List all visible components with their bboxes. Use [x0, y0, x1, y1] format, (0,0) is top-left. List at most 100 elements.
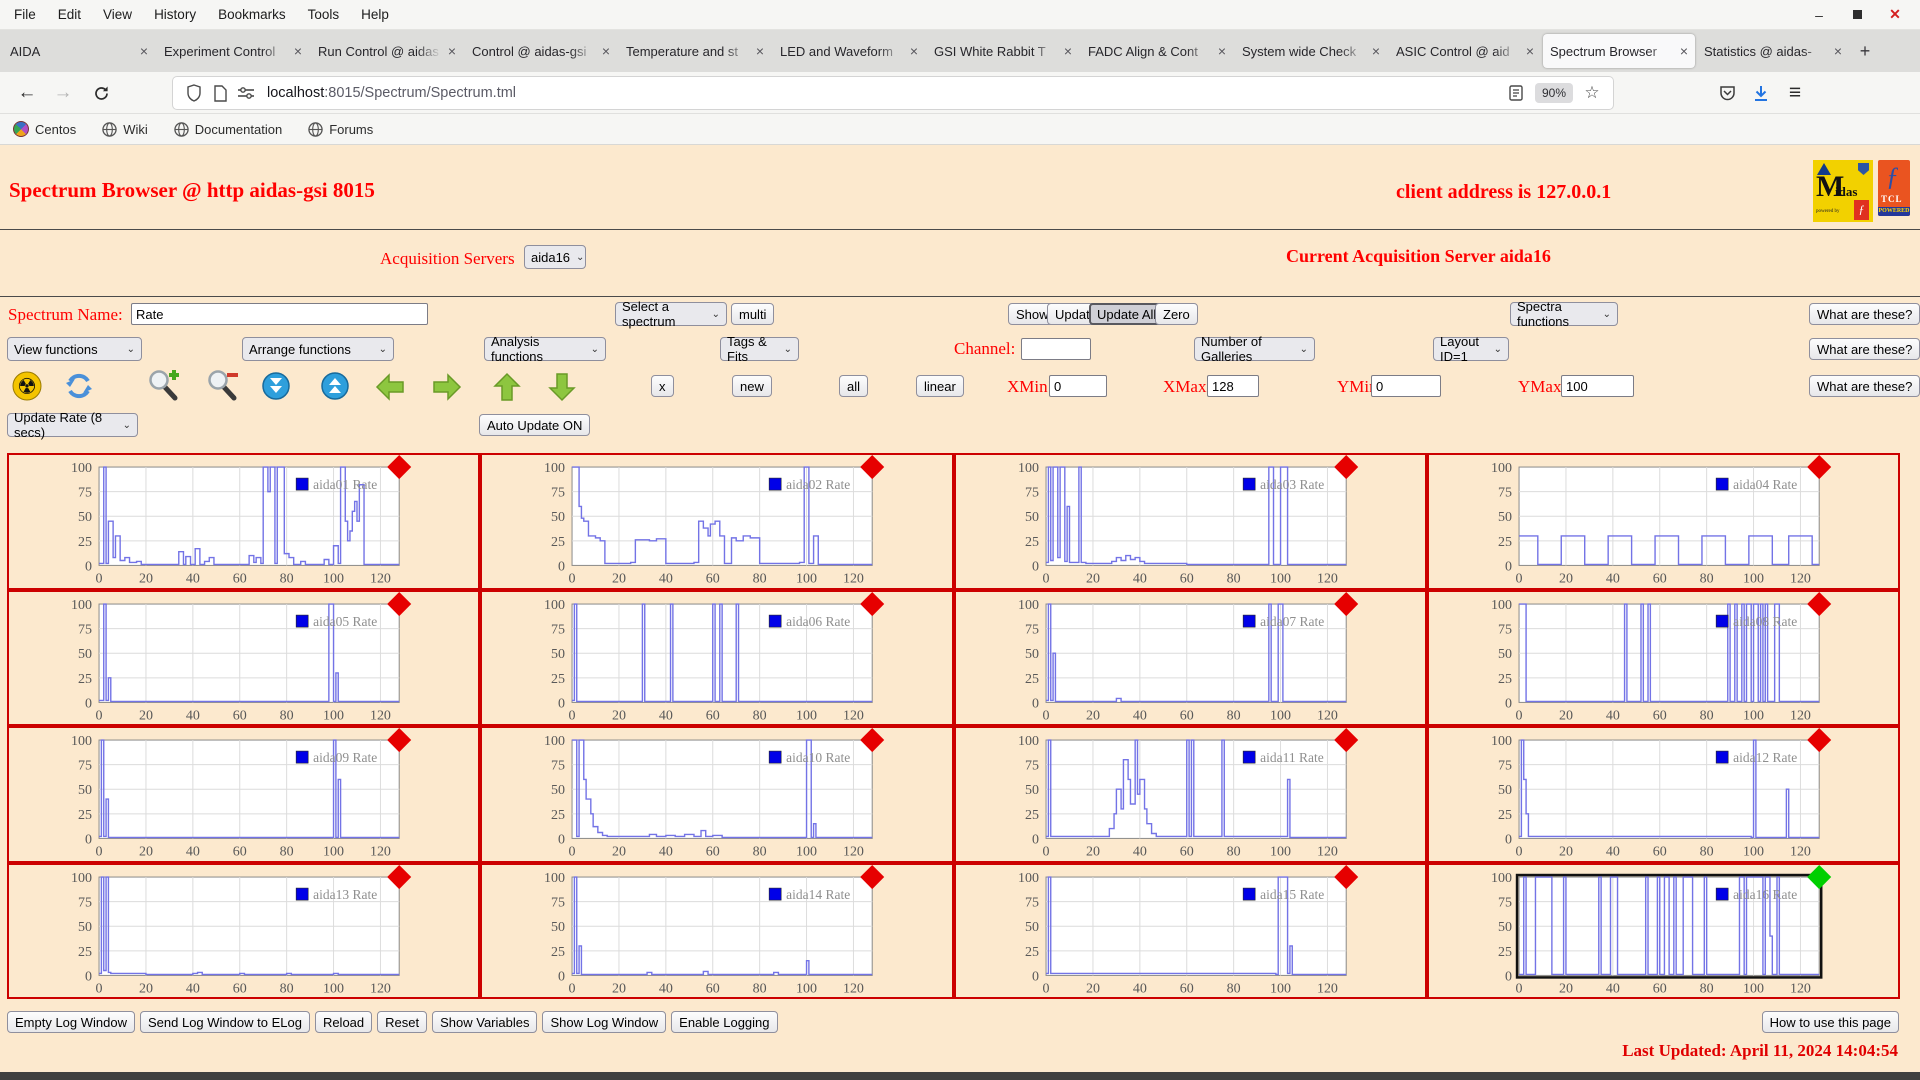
zoom-in-icon[interactable]: [147, 369, 181, 403]
move-right-icon[interactable]: [432, 372, 462, 402]
bookmark-centos[interactable]: Centos: [9, 117, 76, 141]
downloads-icon[interactable]: [1746, 78, 1776, 108]
spectrum-plot[interactable]: 0 25 50 75 100 0 20 40 60 80 100 120 aida13 Rate: [9, 864, 478, 998]
spectrum-plot[interactable]: 0 25 50 75 100 0 20 40 60 80 100 120 aida07 Rate: [956, 591, 1425, 725]
spectrum-cell-aida03[interactable]: 0 25 50 75 100 0 20 40 60 80 100 120 aida03 Rate: [953, 453, 1427, 590]
tab-aida[interactable]: AIDA ×: [3, 34, 155, 68]
scroll-down-icon[interactable]: [262, 372, 290, 400]
spectrum-cell-aida12[interactable]: 0 25 50 75 100 0 20 40 60 80 100 120 aida12 Rate: [1426, 726, 1900, 863]
enable-logging-button[interactable]: Enable Logging: [671, 1011, 778, 1033]
arrange-functions-dropdown[interactable]: Arrange functions ⌄: [242, 337, 394, 361]
select-spectrum-dropdown[interactable]: Select a spectrum ⌄: [615, 299, 727, 329]
linear-button[interactable]: linear: [916, 375, 964, 397]
menu-view[interactable]: View: [92, 0, 143, 29]
reader-view-icon[interactable]: [1503, 80, 1529, 106]
back-button[interactable]: ←: [12, 78, 42, 108]
forward-button[interactable]: →: [48, 78, 78, 108]
spectrum-plot[interactable]: 0 25 50 75 100 0 20 40 60 80 100 120 aida15 Rate: [956, 864, 1425, 998]
move-down-icon[interactable]: [547, 372, 577, 402]
show-variables-button[interactable]: Show Variables: [432, 1011, 538, 1033]
tab-close-icon[interactable]: ×: [1218, 43, 1226, 59]
spectrum-plot[interactable]: 0 25 50 75 100 0 20 40 60 80 100 120 aida14 Rate: [482, 864, 951, 998]
tab-fadc-align-cont[interactable]: FADC Align & Cont ×: [1081, 34, 1233, 68]
radiation-icon[interactable]: ☢: [12, 371, 42, 401]
close-button[interactable]: ✕: [1886, 6, 1904, 24]
tab-close-icon[interactable]: ×: [1526, 43, 1534, 59]
tags-fits-dropdown[interactable]: Tags & Fits ⌄: [720, 334, 799, 364]
spectrum-plot[interactable]: 0 25 50 75 100 0 20 40 60 80 100 120 aida08 Rate: [1429, 591, 1898, 725]
spectrum-plot[interactable]: 0 25 50 75 100 0 20 40 60 80 100 120 aida12 Rate: [1429, 728, 1898, 861]
spectrum-cell-aida13[interactable]: 0 25 50 75 100 0 20 40 60 80 100 120 aida13 Rate: [7, 862, 481, 999]
menu-file[interactable]: File: [0, 0, 47, 29]
what-are-these-button-1[interactable]: What are these?: [1809, 303, 1920, 325]
tab-control-aidas-gsi[interactable]: Control @ aidas-gsi ×: [465, 34, 617, 68]
tab-close-icon[interactable]: ×: [1064, 43, 1072, 59]
scroll-up-icon[interactable]: [321, 372, 349, 400]
reset-button[interactable]: Reset: [377, 1011, 428, 1033]
refresh-icon[interactable]: [64, 371, 94, 401]
bookmark-forums[interactable]: Forums: [308, 122, 373, 137]
menu-history[interactable]: History: [143, 0, 207, 29]
spectrum-plot[interactable]: 0 25 50 75 100 0 20 40 60 80 100 120 aida06 Rate: [482, 591, 951, 725]
permissions-icon[interactable]: [233, 80, 259, 106]
spectrum-plot[interactable]: 0 25 50 75 100 0 20 40 60 80 100 120 aida16 Rate: [1429, 864, 1898, 998]
spectrum-cell-aida06[interactable]: 0 25 50 75 100 0 20 40 60 80 100 120 aida06 Rate: [480, 589, 954, 726]
url-text[interactable]: localhost:8015/Spectrum/Spectrum.tml: [267, 85, 1503, 101]
spectrum-name-input[interactable]: [131, 303, 428, 325]
tab-temperature-and-st[interactable]: Temperature and st ×: [619, 34, 771, 68]
spectrum-plot[interactable]: 0 25 50 75 100 0 20 40 60 80 100 120 aida11 Rate: [956, 728, 1425, 861]
spectrum-plot[interactable]: 0 25 50 75 100 0 20 40 60 80 100 120 aida01 Rate: [9, 455, 478, 588]
tab-statistics-aidas-[interactable]: Statistics @ aidas- ×: [1697, 34, 1849, 68]
spectrum-cell-aida09[interactable]: 0 25 50 75 100 0 20 40 60 80 100 120 aida09 Rate: [7, 726, 481, 863]
spectrum-cell-aida16[interactable]: 0 25 50 75 100 0 20 40 60 80 100 120 aida16 Rate: [1426, 862, 1900, 999]
spectrum-plot[interactable]: 0 25 50 75 100 0 20 40 60 80 100 120 aida09 Rate: [9, 728, 478, 861]
zero-button[interactable]: Zero: [1155, 303, 1198, 325]
spectrum-cell-aida08[interactable]: 0 25 50 75 100 0 20 40 60 80 100 120 aida08 Rate: [1426, 589, 1900, 726]
move-left-icon[interactable]: [375, 372, 405, 402]
tab-system-wide-check[interactable]: System wide Check ×: [1235, 34, 1387, 68]
x-button[interactable]: x: [651, 375, 674, 397]
spectrum-plot[interactable]: 0 25 50 75 100 0 20 40 60 80 100 120 aida10 Rate: [482, 728, 951, 861]
show-log-window-button[interactable]: Show Log Window: [542, 1011, 667, 1033]
spectrum-cell-aida07[interactable]: 0 25 50 75 100 0 20 40 60 80 100 120 aida07 Rate: [953, 589, 1427, 726]
tab-close-icon[interactable]: ×: [910, 43, 918, 59]
tab-run-control-aidas[interactable]: Run Control @ aidas ×: [311, 34, 463, 68]
spectrum-cell-aida11[interactable]: 0 25 50 75 100 0 20 40 60 80 100 120 aida11 Rate: [953, 726, 1427, 863]
tab-spectrum-browser[interactable]: Spectrum Browser ×: [1543, 34, 1695, 68]
spectrum-plot[interactable]: 0 25 50 75 100 0 20 40 60 80 100 120 aida04 Rate: [1429, 455, 1898, 588]
tab-led-and-waveform[interactable]: LED and Waveform ×: [773, 34, 925, 68]
acquisition-server-select[interactable]: aida16 ⌄: [524, 245, 586, 269]
zoom-level-badge[interactable]: 90%: [1534, 83, 1573, 103]
menu-tools[interactable]: Tools: [297, 0, 351, 29]
spectrum-cell-aida05[interactable]: 0 25 50 75 100 0 20 40 60 80 100 120 aida05 Rate: [7, 589, 481, 726]
url-bar[interactable]: localhost:8015/Spectrum/Spectrum.tml 90%…: [173, 77, 1613, 109]
tab-close-icon[interactable]: ×: [1680, 43, 1688, 59]
what-are-these-button-3[interactable]: What are these?: [1809, 375, 1920, 397]
channel-input[interactable]: [1021, 338, 1091, 360]
multi-button[interactable]: multi: [731, 303, 775, 325]
reload-button[interactable]: [86, 78, 116, 108]
spectrum-plot[interactable]: 0 25 50 75 100 0 20 40 60 80 100 120 aida02 Rate: [482, 455, 951, 588]
spectra-functions-dropdown[interactable]: Spectra functions ⌄: [1510, 299, 1618, 329]
spectrum-cell-aida10[interactable]: 0 25 50 75 100 0 20 40 60 80 100 120 aida10 Rate: [480, 726, 954, 863]
tab-asic-control-aid[interactable]: ASIC Control @ aid ×: [1389, 34, 1541, 68]
spectrum-cell-aida02[interactable]: 0 25 50 75 100 0 20 40 60 80 100 120 aida02 Rate: [480, 453, 954, 590]
number-of-galleries-dropdown[interactable]: Number of Galleries ⌄: [1194, 334, 1315, 364]
spectrum-cell-aida01[interactable]: 0 25 50 75 100 0 20 40 60 80 100 120 aida01 Rate: [7, 453, 481, 590]
ymin-input[interactable]: [1371, 375, 1441, 397]
spectrum-plot[interactable]: 0 25 50 75 100 0 20 40 60 80 100 120 aida03 Rate: [956, 455, 1425, 588]
pocket-icon[interactable]: [1712, 78, 1742, 108]
tab-close-icon[interactable]: ×: [1372, 43, 1380, 59]
page-info-icon[interactable]: [207, 80, 233, 106]
zoom-out-icon[interactable]: [206, 369, 240, 403]
bookmark-wiki[interactable]: Wiki: [102, 122, 148, 137]
update-rate-dropdown[interactable]: Update Rate (8 secs) ⌄: [7, 410, 138, 440]
update-all-button[interactable]: Update All: [1089, 303, 1165, 325]
menu-edit[interactable]: Edit: [47, 0, 92, 29]
spectrum-cell-aida15[interactable]: 0 25 50 75 100 0 20 40 60 80 100 120 aida15 Rate: [953, 862, 1427, 999]
reload-button[interactable]: Reload: [314, 1011, 373, 1033]
xmin-input[interactable]: [1049, 375, 1107, 397]
hamburger-menu-icon[interactable]: ≡: [1780, 78, 1810, 108]
analysis-functions-dropdown[interactable]: Analysis functions ⌄: [484, 334, 606, 364]
xmax-input[interactable]: [1207, 375, 1259, 397]
